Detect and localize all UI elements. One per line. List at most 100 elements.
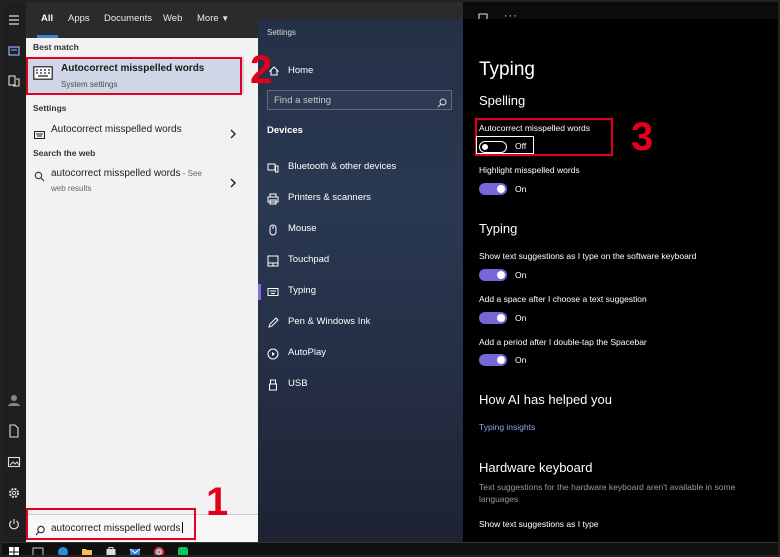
hardware-keyboard-heading: Hardware keyboard <box>479 460 593 475</box>
printer-icon <box>267 192 279 205</box>
spelling-heading: Spelling <box>479 93 526 108</box>
file-explorer-icon[interactable] <box>81 545 93 555</box>
nav-item-label: USB <box>288 378 308 389</box>
nav-item-label: Printers & scanners <box>288 192 371 203</box>
space-state: On <box>515 313 527 323</box>
period-toggle[interactable] <box>479 354 507 366</box>
chrome-icon[interactable] <box>153 545 165 555</box>
keyboard-icon <box>34 126 45 139</box>
power-icon[interactable] <box>7 517 21 531</box>
space-toggle[interactable] <box>479 312 507 324</box>
period-state: On <box>515 355 527 365</box>
best-match-heading: Best match <box>33 42 79 52</box>
nav-item-label: AutoPlay <box>288 347 327 358</box>
settings-window-title: Settings <box>267 28 296 37</box>
nav-item-touchpad[interactable]: Touchpad <box>258 250 463 272</box>
ai-heading: How AI has helped you <box>479 392 612 407</box>
nav-home[interactable]: Home <box>288 65 313 76</box>
nav-item-typing[interactable]: Typing <box>258 281 463 303</box>
image-icon[interactable] <box>7 455 21 469</box>
toggle-highlight-box <box>476 136 534 154</box>
tab-documents[interactable]: Documents <box>104 13 152 24</box>
nav-item-label: Bluetooth & other devices <box>288 161 397 172</box>
find-setting-placeholder: Find a setting <box>274 95 332 106</box>
tab-apps[interactable]: Apps <box>68 13 90 24</box>
caret-down-icon: ▼ <box>221 14 230 23</box>
web-heading: Search the web <box>33 148 96 158</box>
period-label: Add a period after I double-tap the Spac… <box>479 337 647 347</box>
hw-suggest-label: Show text suggestions as I type <box>479 519 599 529</box>
typing-insights-link[interactable]: Typing insights <box>479 422 535 432</box>
chevron-right-icon <box>229 175 237 188</box>
find-setting-input[interactable]: Find a setting <box>267 90 452 110</box>
recent-apps-icon[interactable] <box>7 74 21 88</box>
windows-start-icon[interactable] <box>8 545 20 555</box>
taskbar <box>2 542 778 555</box>
nav-item-usb[interactable]: USB <box>258 374 463 396</box>
chevron-right-icon <box>229 126 237 139</box>
task-view-icon[interactable] <box>32 545 44 555</box>
web-result-query: autocorrect misspelled words <box>51 168 181 179</box>
screenshot-frame: All Apps Documents Web More ▼ ··· Best m… <box>0 0 780 557</box>
touchpad-icon <box>267 254 279 267</box>
pen-icon <box>267 316 279 328</box>
highlight-toggle[interactable] <box>479 183 507 195</box>
autoplay-icon <box>267 347 279 360</box>
nav-item-pen[interactable]: Pen & Windows Ink <box>258 312 463 334</box>
typing-settings-pane: Typing Spelling Autocorrect misspelled w… <box>463 19 778 542</box>
highlight-state: On <box>515 184 527 194</box>
selected-indicator <box>258 284 261 300</box>
globe-search-icon <box>34 169 45 182</box>
space-label: Add a space after I choose a text sugges… <box>479 294 647 304</box>
store-icon[interactable] <box>105 545 117 555</box>
nav-item-bluetooth[interactable]: Bluetooth & other devices <box>258 157 463 179</box>
hamburger-icon[interactable] <box>7 13 21 27</box>
nav-item-autoplay[interactable]: AutoPlay <box>258 343 463 365</box>
web-result-text: autocorrect misspelled words - See <box>51 168 202 179</box>
settings-result-label: Autocorrect misspelled words <box>51 124 182 135</box>
nav-item-label: Touchpad <box>288 254 330 265</box>
highlight-label: Highlight misspelled words <box>479 165 580 175</box>
settings-gear-icon[interactable] <box>7 486 21 500</box>
annotation-box-1 <box>26 508 196 540</box>
nav-item-mouse[interactable]: Mouse <box>258 219 463 241</box>
nav-item-label: Typing <box>288 285 316 296</box>
search-icon <box>437 95 447 108</box>
hardware-keyboard-note: Text suggestions for the hardware keyboa… <box>479 482 736 504</box>
search-tab-bar: All Apps Documents Web More ▼ <box>26 2 258 38</box>
search-results-panel: Best match Autocorrect misspelled words … <box>26 38 258 514</box>
suggest-toggle[interactable] <box>479 269 507 281</box>
nav-item-printers[interactable]: Printers & scanners <box>258 188 463 210</box>
annotation-number-3: 3 <box>631 115 654 159</box>
keyboard-icon <box>267 285 279 297</box>
edge-icon[interactable] <box>57 545 69 555</box>
settings-nav-panel: Settings Home Find a setting Devices Blu… <box>258 19 463 542</box>
annotation-number-1: 1 <box>206 480 229 524</box>
typing-heading: Typing <box>479 221 518 236</box>
document-icon[interactable] <box>7 424 21 438</box>
mail-icon[interactable] <box>129 545 141 555</box>
usb-icon <box>267 378 279 391</box>
nav-item-label: Pen & Windows Ink <box>288 316 371 327</box>
tab-web[interactable]: Web <box>163 13 182 24</box>
home-icon[interactable] <box>7 44 21 58</box>
page-title: Typing <box>479 59 535 80</box>
line-icon[interactable] <box>177 545 189 555</box>
nav-section-devices: Devices <box>267 125 303 136</box>
suggest-state: On <box>515 270 527 280</box>
avatar-icon[interactable] <box>7 393 21 407</box>
settings-heading: Settings <box>33 103 67 113</box>
annotation-box-2 <box>26 57 242 95</box>
annotation-number-2: 2 <box>250 48 273 92</box>
start-rail <box>2 2 26 542</box>
web-result[interactable]: autocorrect misspelled words - See web r… <box>26 165 258 197</box>
bluetooth-icon <box>267 161 279 173</box>
settings-result[interactable]: Autocorrect misspelled words <box>26 120 258 142</box>
tab-all[interactable]: All <box>41 13 53 24</box>
tab-more[interactable]: More ▼ <box>197 13 229 24</box>
web-result-secondary: web results <box>51 184 92 193</box>
suggest-label: Show text suggestions as I type on the s… <box>479 251 697 261</box>
mouse-icon <box>267 223 279 236</box>
tab-more-label: More <box>197 13 219 24</box>
nav-item-label: Mouse <box>288 223 317 234</box>
